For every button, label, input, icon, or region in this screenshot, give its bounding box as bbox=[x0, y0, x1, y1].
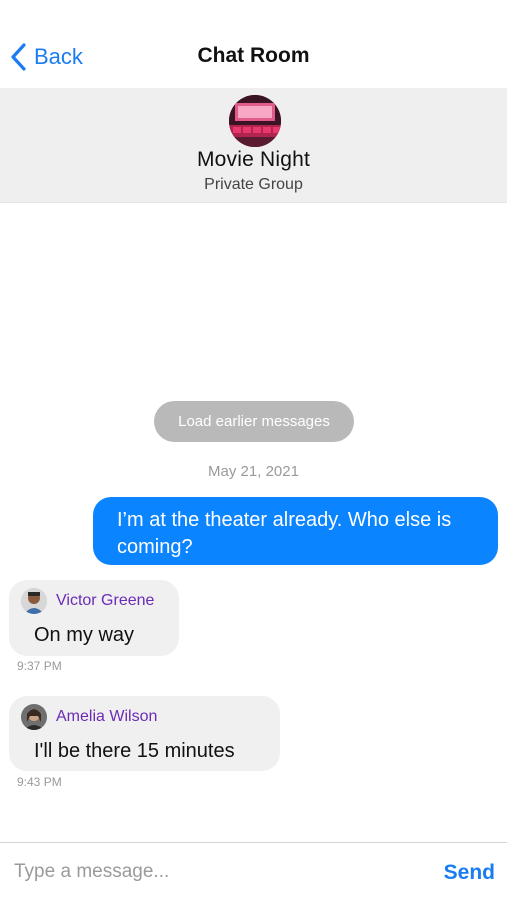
sender-row: Amelia Wilson bbox=[21, 704, 157, 730]
sender-row: Victor Greene bbox=[21, 588, 154, 614]
movie-theater-avatar-icon bbox=[229, 95, 281, 147]
message-input[interactable] bbox=[12, 855, 406, 889]
outgoing-message-bubble[interactable]: I’m at the theater already. Who else is … bbox=[93, 497, 498, 565]
send-button[interactable]: Send bbox=[444, 861, 495, 885]
user-avatar-icon bbox=[21, 704, 47, 730]
sender-name: Victor Greene bbox=[56, 592, 155, 609]
message-text: I’m at the theater already. Who else is … bbox=[117, 509, 452, 558]
date-separator: May 21, 2021 bbox=[208, 463, 299, 480]
incoming-message-bubble[interactable]: Amelia Wilson I'll be there 15 minutes bbox=[9, 696, 280, 771]
message-timestamp: 9:43 PM bbox=[17, 775, 62, 789]
group-subtitle: Private Group bbox=[204, 176, 303, 193]
sender-name: Amelia Wilson bbox=[56, 708, 158, 725]
incoming-message-bubble[interactable]: Victor Greene On my way bbox=[9, 580, 179, 656]
message-timestamp: 9:37 PM bbox=[17, 659, 62, 673]
user-avatar-icon bbox=[21, 588, 47, 614]
nav-bar: Back Chat Room bbox=[0, 0, 507, 88]
group-avatar[interactable] bbox=[229, 95, 281, 147]
avatar[interactable] bbox=[21, 588, 47, 614]
group-header[interactable]: Movie Night Private Group bbox=[0, 88, 507, 203]
group-name: Movie Night bbox=[196, 148, 311, 171]
message-text: I'll be there 15 minutes bbox=[34, 740, 235, 762]
message-text: On my way bbox=[34, 624, 135, 646]
load-earlier-button[interactable]: Load earlier messages bbox=[154, 401, 354, 442]
page-title: Chat Room bbox=[197, 44, 310, 67]
avatar[interactable] bbox=[21, 704, 47, 730]
message-composer: Send bbox=[0, 842, 507, 901]
